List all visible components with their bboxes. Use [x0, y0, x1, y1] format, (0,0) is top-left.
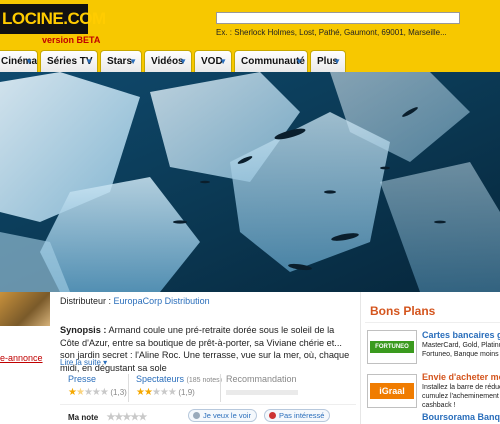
divider — [60, 404, 356, 405]
not-interested-label: Pas intéressé — [279, 411, 325, 420]
divider — [220, 374, 221, 402]
divider — [128, 374, 129, 402]
spectators-rating-score: (1,9) — [178, 388, 195, 397]
not-interested-button[interactable]: Pas intéressé — [264, 409, 331, 422]
want-to-see-button[interactable]: Je veux le voir — [188, 409, 257, 422]
read-more-link[interactable]: Lire la suite ▾ — [60, 358, 107, 367]
distributor-link[interactable]: EuropaCorp Distribution — [114, 296, 210, 306]
press-rating-score: (1,3) — [110, 388, 127, 397]
site-logo[interactable]: LOCINE.COM — [0, 4, 106, 34]
chevron-down-icon: ▼ — [179, 57, 187, 66]
synopsis-label: Synopsis : — [60, 325, 107, 335]
star-rating-icon: ★★★★★ — [68, 387, 109, 398]
spectators-count: (185 notes) — [186, 377, 222, 384]
spectators-rating: Spectateurs (185 notes) ★★★★★ (1,9) — [136, 374, 222, 398]
chevron-down-icon: ▼ — [295, 57, 303, 66]
spectators-rating-label[interactable]: Spectateurs — [136, 374, 184, 384]
offer-text: Installez la barre de réduc — [422, 384, 500, 391]
press-rating-label[interactable]: Presse — [68, 374, 127, 384]
main-nav: Cinéma ▼ Séries TV ▼ Stars ▼ Vidéos ▼ VO… — [0, 48, 500, 72]
hero-illustration — [0, 72, 500, 292]
movie-poster[interactable] — [0, 292, 50, 326]
site-header: LOCINE.COM version BETA Ex. : Sherlock H… — [0, 0, 500, 48]
chevron-down-icon: ▼ — [25, 57, 33, 66]
my-rating: Ma note ★★★★★ — [68, 412, 147, 423]
close-icon — [269, 412, 276, 419]
trailer-link[interactable]: e-annonce — [0, 353, 43, 363]
igraal-logo: iGraal — [370, 383, 414, 399]
offer-text: MasterCard, Gold, Platinum — [422, 342, 500, 349]
tab-cinema[interactable]: Cinéma ▼ — [0, 50, 38, 72]
press-rating: Presse ★★★★★ (1,3) — [68, 374, 127, 398]
tab-series-tv[interactable]: Séries TV ▼ — [40, 50, 98, 72]
tab-communaute[interactable]: Communauté ▼ — [234, 50, 308, 72]
offer-title[interactable]: Boursorama Banque — [422, 412, 500, 422]
eye-icon — [193, 412, 200, 419]
recommendation-bar — [226, 390, 298, 395]
search-hint: Ex. : Sherlock Holmes, Lost, Pathé, Gaum… — [216, 28, 447, 37]
star-rating-input[interactable]: ★★★★★ — [106, 412, 147, 423]
beta-label: version BETA — [42, 35, 101, 45]
divider — [365, 322, 500, 323]
my-rating-label: Ma note — [68, 413, 99, 422]
recommendation: Recommandation — [226, 374, 298, 395]
offer-title[interactable]: Cartes bancaires gra — [422, 330, 500, 340]
offer-logo[interactable]: FORTUNEO — [367, 330, 417, 364]
recommendation-label: Recommandation — [226, 374, 297, 384]
hero-image — [0, 72, 500, 292]
search-input[interactable] — [216, 12, 460, 24]
tab-vod[interactable]: VOD ▼ — [194, 50, 232, 72]
tab-plus[interactable]: Plus ▼ — [310, 50, 346, 72]
left-column: e-annonce — [0, 292, 58, 424]
want-to-see-label: Je veux le voir — [203, 411, 251, 420]
chevron-down-icon: ▾ — [103, 358, 108, 367]
offer-text: cashback ! — [422, 402, 456, 409]
offer-text: cumulez l'acheminement codes — [422, 393, 500, 400]
star-rating-icon: ★★★★★ — [136, 387, 177, 398]
read-more-label: Lire la suite — [60, 358, 101, 367]
offer-logo[interactable]: iGraal — [367, 374, 417, 408]
bons-plans-title: Bons Plans — [370, 304, 436, 318]
movie-info: Distributeur : EuropaCorp Distribution S… — [60, 286, 356, 424]
tab-videos[interactable]: Vidéos ▼ — [144, 50, 192, 72]
tab-stars[interactable]: Stars ▼ — [100, 50, 142, 72]
chevron-down-icon: ▼ — [85, 57, 93, 66]
bons-plans-panel: Bons Plans FORTUNEO Cartes bancaires gra… — [360, 292, 500, 424]
fortuneo-logo: FORTUNEO — [370, 341, 414, 353]
offer-title[interactable]: Envie d'acheter moin — [422, 372, 500, 382]
distributor-line: Distributeur : EuropaCorp Distribution — [60, 296, 210, 306]
chevron-down-icon: ▼ — [333, 57, 341, 66]
offer-text: Fortuneo, Banque moins c — [422, 351, 500, 358]
chevron-down-icon: ▼ — [129, 57, 137, 66]
chevron-down-icon: ▼ — [219, 57, 227, 66]
distributor-label: Distributeur : — [60, 296, 112, 306]
